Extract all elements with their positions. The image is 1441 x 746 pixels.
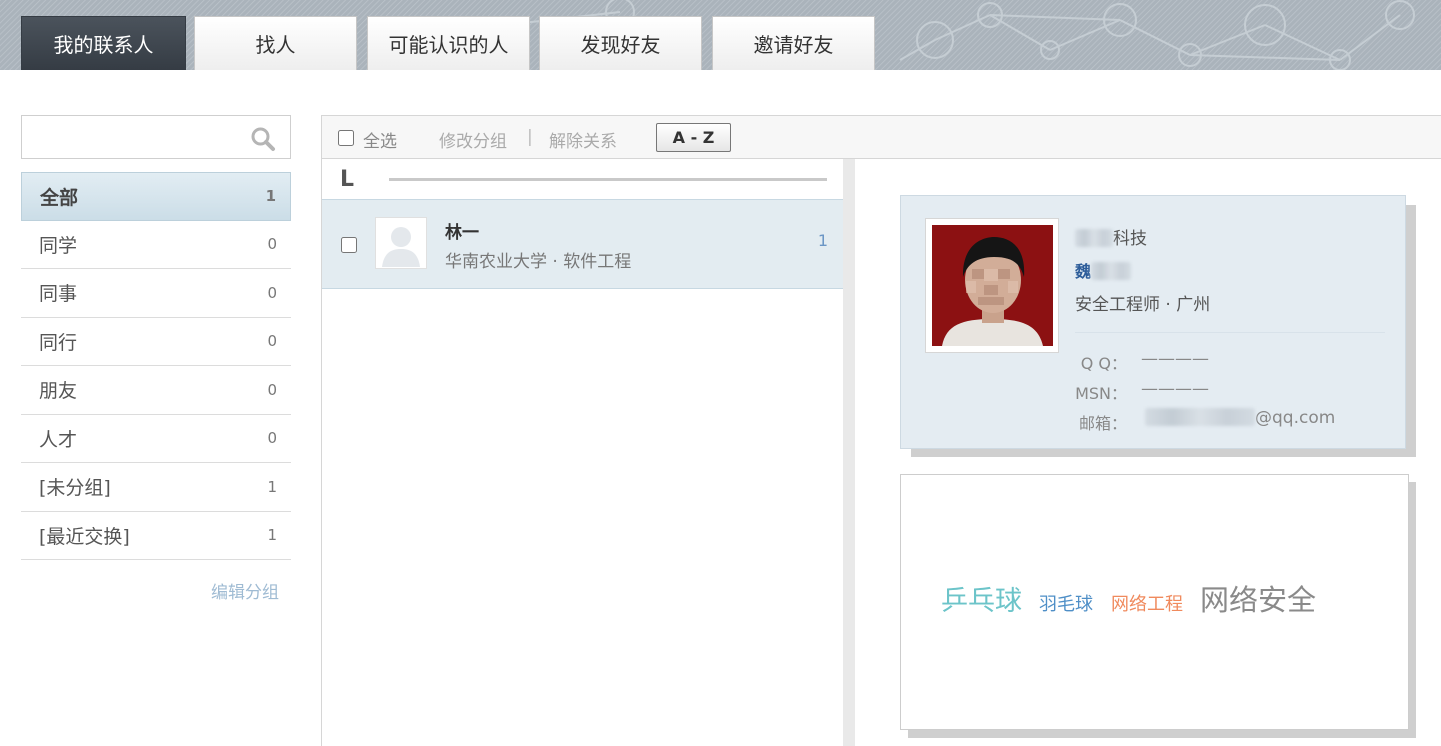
tab-people-you-may-know[interactable]: 可能认识的人 [367, 16, 530, 70]
tag-table-tennis[interactable]: 乒乓球 [941, 579, 1022, 618]
msn-label: MSN： [1075, 384, 1127, 403]
card-person-name[interactable]: 魏 [1075, 258, 1132, 282]
group-count: 0 [267, 235, 277, 254]
search-input[interactable] [30, 124, 245, 150]
contact-toolbar: 全选 修改分组 | 解除关系 A - Z [321, 115, 1441, 159]
group-count: 1 [267, 477, 277, 496]
tag-network-engineering[interactable]: 网络工程 [1111, 590, 1183, 616]
group-label: 人才 [39, 428, 78, 451]
profile-photo [932, 225, 1053, 346]
blurred-name-rest [1091, 262, 1132, 280]
tab-my-contacts[interactable]: 我的联系人 [21, 16, 186, 70]
business-card: 科技 魏 安全工程师 · 广州 Q Q： ———— MSN： ———— 邮箱： … [900, 195, 1406, 449]
group-item-talents[interactable]: 人才 0 [21, 415, 291, 463]
blurred-company-prefix [1075, 229, 1113, 247]
tab-find-people[interactable]: 找人 [194, 16, 357, 70]
contact-checkbox[interactable] [341, 237, 357, 253]
modify-group-button[interactable]: 修改分组 [439, 127, 507, 152]
tag-network-security[interactable]: 网络安全 [1200, 577, 1316, 619]
list-scrollbar[interactable] [843, 159, 855, 746]
tab-invite-friends[interactable]: 邀请好友 [712, 16, 875, 70]
group-item-recent-exchange[interactable]: [最近交换] 1 [21, 512, 291, 560]
email-label: 邮箱： [1078, 414, 1127, 433]
group-count: 0 [267, 429, 277, 448]
person-name-visible: 魏 [1075, 262, 1092, 281]
blurred-email-local [1145, 408, 1255, 426]
profile-photo-frame [925, 218, 1059, 353]
group-count: 1 [267, 526, 277, 545]
group-label: 同行 [39, 331, 78, 354]
group-item-ungrouped[interactable]: [未分组] 1 [21, 463, 291, 512]
group-label: [未分组] [39, 477, 111, 500]
sort-az-button[interactable]: A - Z [656, 123, 731, 152]
tab-discover-friends[interactable]: 发现好友 [539, 16, 702, 70]
group-count: 0 [267, 283, 277, 302]
qq-label: Q Q： [1080, 354, 1127, 373]
edit-groups-link[interactable]: 编辑分组 [211, 578, 279, 603]
group-count: 0 [267, 380, 277, 399]
company-name: 科技 [1075, 224, 1147, 249]
qq-value: ———— [1141, 349, 1209, 369]
interest-tags-panel: 乒乓球 羽毛球 网络工程 网络安全 [900, 474, 1409, 730]
group-item-classmates[interactable]: 同学 0 [21, 221, 291, 269]
tag-badminton[interactable]: 羽毛球 [1039, 590, 1093, 616]
group-item-all[interactable]: 全部 1 [21, 172, 291, 221]
group-label: 全部 [40, 186, 79, 209]
avatar [375, 217, 427, 269]
group-item-colleagues[interactable]: 同事 0 [21, 269, 291, 318]
group-count: 1 [265, 187, 276, 206]
toolbar-separator: | [527, 127, 533, 147]
contact-count: 1 [817, 231, 828, 250]
card-divider [1075, 332, 1385, 333]
group-label: [最近交换] [39, 525, 130, 548]
group-item-peers[interactable]: 同行 0 [21, 318, 291, 366]
msn-value: ———— [1141, 379, 1209, 399]
profile-photo-image [932, 225, 1053, 346]
letter-index-header: L [340, 167, 355, 192]
group-label: 朋友 [39, 380, 78, 403]
select-all-checkbox[interactable] [338, 130, 354, 146]
email-domain: @qq.com [1255, 408, 1336, 428]
group-item-friends[interactable]: 朋友 0 [21, 366, 291, 415]
group-count: 0 [267, 332, 277, 351]
letter-divider [389, 178, 827, 181]
default-avatar-icon [382, 227, 420, 267]
contact-name: 林一 [445, 223, 479, 243]
group-list: 全部 1 同学 0 同事 0 同行 0 朋友 0 人才 0 [未分组] 1 [最… [21, 172, 291, 560]
email-value[interactable]: @qq.com [1145, 408, 1335, 428]
top-nav-bar: 我的联系人 找人 可能认识的人 发现好友 邀请好友 [0, 0, 1441, 70]
group-label: 同学 [39, 234, 78, 257]
contact-row[interactable]: 林一 华南农业大学 · 软件工程 1 [322, 199, 843, 289]
remove-relation-button[interactable]: 解除关系 [549, 127, 617, 152]
company-suffix: 科技 [1113, 229, 1147, 249]
contact-search-box [21, 115, 291, 159]
contact-list: L 林一 华南农业大学 · 软件工程 1 [321, 159, 843, 746]
group-label: 同事 [39, 283, 78, 306]
search-icon[interactable] [250, 126, 276, 152]
job-title-location: 安全工程师 · 广州 [1075, 295, 1211, 315]
contact-school-major: 华南农业大学 · 软件工程 [445, 252, 632, 272]
select-all-label: 全选 [363, 132, 397, 152]
